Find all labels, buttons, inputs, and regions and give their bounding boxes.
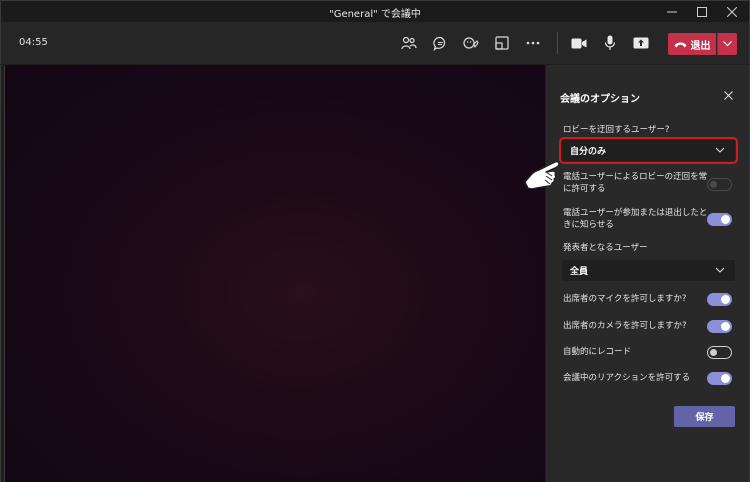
minimize-button[interactable]: [657, 1, 687, 23]
toggle-knob: [721, 295, 730, 304]
reactions-button[interactable]: [460, 32, 482, 54]
maximize-icon: [697, 7, 707, 17]
toggle-knob: [710, 349, 717, 356]
camera-icon: [571, 38, 587, 48]
toolbar-divider: [557, 32, 558, 54]
close-window-button[interactable]: [717, 1, 747, 23]
leave-button[interactable]: 退出: [668, 33, 716, 55]
pointing-hand-icon: [524, 160, 560, 190]
auto-record-toggle[interactable]: [707, 346, 732, 359]
allow-mic-label: 出席者のマイクを許可しますか?: [563, 294, 687, 304]
panel-title: 会議のオプション: [560, 94, 640, 105]
allow-mic-toggle[interactable]: [707, 293, 732, 306]
minimize-icon: [667, 11, 677, 13]
chevron-down-icon: [715, 147, 725, 153]
toggle-knob: [721, 322, 730, 331]
panel-close-button[interactable]: [720, 87, 736, 103]
rooms-icon: [495, 36, 509, 50]
hangup-icon: [674, 42, 686, 47]
presenters-value: 全員: [570, 267, 589, 277]
dialin-notify-label: 電話ユーザーが参加または退出したときに知らせる: [563, 208, 708, 230]
participants-button[interactable]: [398, 32, 420, 54]
people-icon: [401, 36, 417, 50]
lobby-bypass-value: 自分のみ: [570, 147, 607, 157]
allow-camera-toggle[interactable]: [707, 320, 732, 333]
breakout-rooms-button[interactable]: [491, 32, 513, 54]
reactions-icon: [463, 36, 479, 49]
chevron-down-icon: [723, 41, 732, 47]
reactions-label: 会議中のリアクションを許可する: [563, 373, 691, 383]
camera-button[interactable]: [568, 32, 590, 54]
title-bar: "General" で会議中: [0, 0, 750, 22]
leave-options-button[interactable]: [717, 33, 737, 55]
close-icon: [727, 7, 737, 17]
mic-icon: [604, 35, 616, 50]
more-actions-button[interactable]: [522, 32, 544, 54]
dialin-bypass-toggle[interactable]: [707, 178, 732, 191]
meeting-toolbar: 04:55 退出: [0, 22, 750, 64]
dialin-notify-toggle[interactable]: [707, 213, 732, 226]
dialin-bypass-label: 電話ユーザーによるロビーの迂回を常に許可する: [563, 172, 708, 194]
more-icon: [526, 41, 540, 45]
chat-button[interactable]: [429, 32, 451, 54]
reactions-toggle[interactable]: [707, 372, 732, 385]
toggle-knob: [721, 215, 730, 224]
share-screen-button[interactable]: [630, 32, 652, 54]
chevron-down-icon: [715, 267, 725, 273]
toggle-knob: [721, 374, 730, 383]
lobby-bypass-dropdown[interactable]: 自分のみ: [559, 137, 738, 164]
meeting-options-panel: 会議のオプション ロビーを迂回するユーザー? 自分のみ 電話ユーザーによるロビー…: [546, 65, 750, 482]
presenters-label: 発表者となるユーザー: [563, 243, 648, 253]
leave-label: 退出: [690, 40, 711, 52]
allow-camera-label: 出席者のカメラを許可しますか?: [563, 321, 687, 331]
meeting-timer: 04:55: [19, 37, 48, 48]
maximize-button[interactable]: [687, 1, 717, 23]
video-stage: [4, 65, 545, 482]
chat-icon: [432, 36, 445, 51]
close-icon: [723, 90, 733, 100]
microphone-button[interactable]: [599, 32, 621, 54]
window-title: "General" で会議中: [329, 9, 421, 20]
auto-record-label: 自動的にレコード: [563, 347, 632, 357]
lobby-bypass-label: ロビーを迂回するユーザー?: [563, 125, 670, 135]
share-icon: [633, 37, 649, 49]
toggle-knob: [710, 181, 717, 188]
save-button[interactable]: 保存: [674, 406, 735, 427]
presenters-dropdown[interactable]: 全員: [562, 260, 735, 281]
